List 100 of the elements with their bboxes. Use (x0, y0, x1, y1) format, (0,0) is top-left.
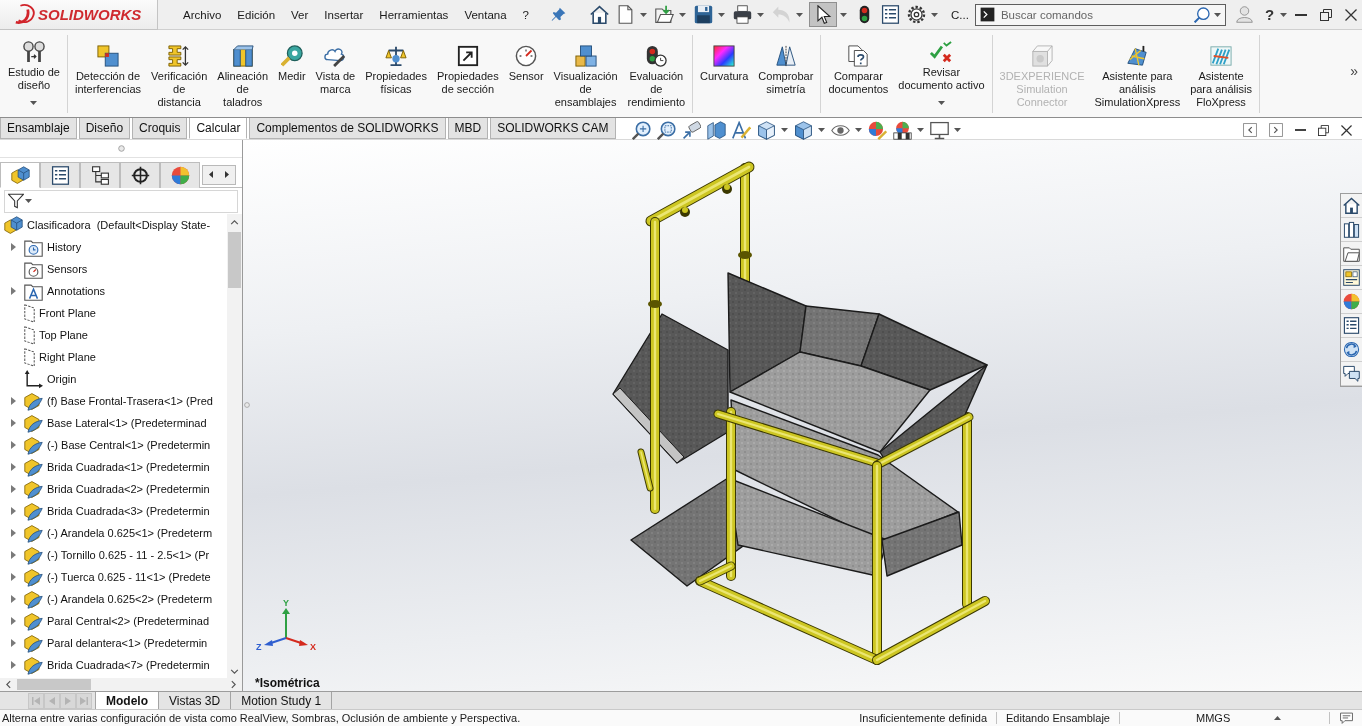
search-bar[interactable]: Buscar comandos (974, 3, 1226, 26)
tab[interactable]: Croquis (132, 118, 188, 139)
expand-arrow-icon[interactable] (10, 397, 16, 405)
toolbar-button[interactable] (809, 2, 837, 27)
expand-arrow-icon[interactable] (10, 617, 16, 625)
tree-item[interactable]: Sensors (47, 263, 88, 275)
expand-arrow-icon[interactable] (10, 463, 16, 471)
horizontal-scrollbar[interactable] (0, 678, 242, 691)
tree-item[interactable]: Brida Cuadrada<7> (Predetermin (47, 659, 210, 671)
tab[interactable]: Diseño (78, 118, 131, 139)
command-button[interactable]: Curvatura (695, 35, 754, 113)
tree-item[interactable]: (-) Tornillo 0.625 - 11 - 2.5<1> (Pr (47, 549, 210, 561)
command-button[interactable]: Sensor (503, 35, 549, 113)
caret-icon[interactable] (640, 12, 647, 17)
expand-arrow-icon[interactable] (10, 287, 16, 295)
vertical-scrollbar[interactable] (227, 214, 242, 678)
tree-item[interactable]: Top Plane (39, 329, 88, 341)
caret-icon[interactable] (1274, 716, 1282, 720)
command-button[interactable]: Verificación de distancia (146, 35, 213, 113)
arrow-cylinder-icon[interactable] (681, 120, 701, 140)
scrollbar-thumb[interactable] (17, 679, 91, 690)
tree-item[interactable]: Brida Cuadrada<2> (Predetermin (47, 483, 210, 495)
command-button[interactable]: Medir (273, 35, 311, 113)
menu-item[interactable]: Herramientas (371, 8, 457, 21)
tree-item[interactable]: Base Lateral<1> (Predeterminad (47, 417, 207, 429)
tab[interactable]: Modelo (95, 692, 159, 709)
cube-icon[interactable] (756, 120, 776, 140)
sectioned-blocks-icon[interactable] (706, 120, 726, 140)
close-icon[interactable] (1341, 124, 1352, 136)
task-pane-tab[interactable] (1341, 314, 1362, 338)
tree-item[interactable]: (f) Base Frontal-Trasera<1> (Pred (47, 395, 213, 407)
tree-item[interactable]: Paral Central<2> (Predeterminad (47, 615, 210, 627)
command-button[interactable]: Evaluación de rendimiento (622, 35, 691, 113)
panel-tab[interactable] (120, 162, 160, 188)
restore-icon[interactable] (1320, 8, 1332, 21)
tree-item[interactable]: (-) Arandela 0.625<1> (Predeterm (47, 527, 213, 539)
command-button[interactable]: Detección de interferencias (70, 35, 147, 113)
expand-arrow-icon[interactable] (10, 573, 16, 581)
tree-item[interactable]: (-) Tuerca 0.625 - 11<1> (Predete (47, 571, 211, 583)
command-button[interactable]: Propiedades físicas (360, 35, 432, 113)
caret-icon[interactable] (931, 12, 938, 17)
panel-tab[interactable] (80, 162, 120, 188)
menu-item[interactable]: Edición (229, 8, 284, 21)
caret-icon[interactable] (30, 101, 38, 105)
caret-icon[interactable] (25, 199, 32, 203)
menu-item[interactable]: Archivo (175, 8, 230, 21)
handle-icon[interactable] (244, 402, 250, 408)
units-text[interactable]: MMGS (1196, 712, 1231, 724)
command-button[interactable]: Comparar documentos (823, 35, 894, 113)
command-button[interactable]: Asistente para análisis SimulationXpress (1089, 35, 1186, 113)
sphere-checker-icon[interactable] (892, 120, 912, 140)
tree-item[interactable]: Brida Cuadrada<3> (Predetermin (47, 505, 210, 517)
menu-item[interactable]: Ventana (456, 8, 515, 21)
toolbar-button[interactable] (879, 2, 902, 27)
tree-item[interactable]: Origin (47, 373, 77, 385)
tree-item[interactable]: Paral delantera<1> (Predetermin (47, 637, 208, 649)
menu-item[interactable]: Ver (283, 8, 317, 21)
caret-icon[interactable] (840, 12, 847, 17)
tab[interactable]: Calcular (189, 118, 248, 139)
menu-item[interactable]: ? (514, 8, 537, 21)
menu-item[interactable]: Insertar (316, 8, 372, 21)
expand-arrow-icon[interactable] (10, 551, 16, 559)
shaded-cube-icon[interactable] (793, 120, 813, 140)
tree-item[interactable]: Front Plane (39, 307, 96, 319)
command-button[interactable]: Asistente para análisis FloXpress (1185, 35, 1257, 113)
caret-icon[interactable] (757, 12, 764, 17)
speech-bubble-icon[interactable] (1339, 711, 1353, 725)
toolbar-button[interactable] (731, 2, 754, 27)
expand-arrow-icon[interactable] (10, 529, 16, 537)
tab[interactable]: Ensamblaje (0, 118, 77, 139)
more-button[interactable]: » (1346, 62, 1362, 85)
command-button[interactable]: Vista de marca (310, 35, 361, 113)
command-button[interactable]: Comprobar simetría (753, 35, 819, 113)
command-button[interactable]: Estudio de diseño (3, 35, 65, 113)
caret-icon[interactable] (1213, 12, 1221, 17)
magnifier-icon[interactable] (631, 120, 651, 140)
sphere-pen-icon[interactable] (867, 120, 887, 140)
tab[interactable]: SOLIDWORKS CAM (490, 118, 616, 139)
tab[interactable]: MBD (447, 118, 489, 139)
caret-icon[interactable] (1280, 12, 1288, 17)
minimize-icon[interactable] (1295, 13, 1307, 16)
expand-arrow-icon[interactable] (10, 419, 16, 427)
handle-icon[interactable] (117, 145, 125, 152)
tree-item[interactable]: Brida Cuadrada<1> (Predetermin (47, 461, 210, 473)
expand-arrow-icon[interactable] (10, 441, 16, 449)
caret-icon[interactable] (679, 12, 686, 17)
help-button[interactable]: ? (1264, 6, 1275, 23)
expand-arrow-icon[interactable] (10, 507, 16, 515)
task-pane-tab[interactable] (1341, 266, 1362, 290)
panel-tab[interactable] (40, 162, 80, 188)
tree-item[interactable]: Right Plane (39, 351, 96, 363)
restore-icon[interactable] (1318, 124, 1329, 136)
magnifier-frame-icon[interactable] (656, 120, 676, 140)
command-button[interactable]: Visualización de ensamblajes (548, 35, 623, 113)
expand-arrow-icon[interactable] (10, 485, 16, 493)
caret-icon[interactable] (780, 128, 788, 132)
caret-icon[interactable] (953, 128, 961, 132)
tree-item[interactable]: Clasificadora (Default<Display State- (27, 219, 211, 231)
caret-icon[interactable] (817, 128, 825, 132)
expand-arrow-icon[interactable] (10, 243, 16, 251)
